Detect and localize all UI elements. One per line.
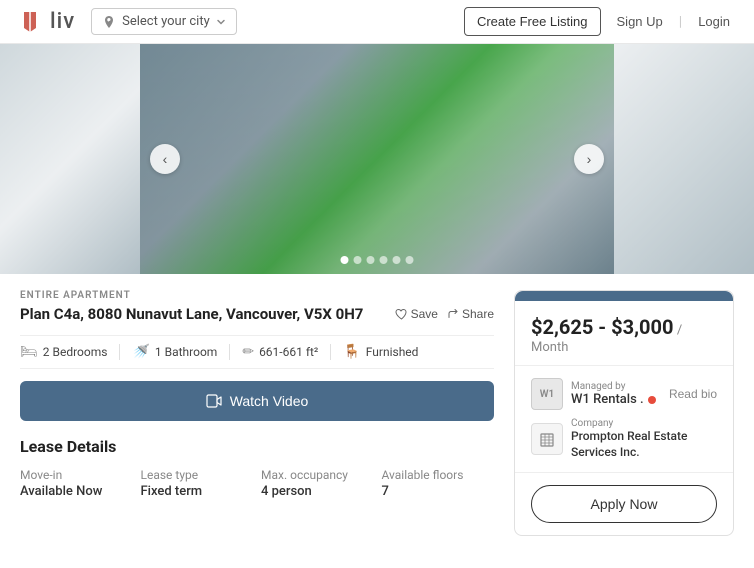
area-text: 661-661 ft² [259,345,318,359]
managed-row: W1 Managed by W1 Rentals . Read bio [531,378,717,410]
area-icon: ✏ [242,344,254,360]
lease-movein-value: Available Now [20,484,133,499]
manager-avatar: W1 [531,378,563,410]
gallery-next-button[interactable]: › [574,144,604,174]
online-status-dot [648,396,656,404]
city-placeholder-text: Select your city [122,14,210,29]
watch-video-button[interactable]: Watch Video [20,381,494,421]
bath-icon: 🚿 [132,344,149,360]
bedrooms-text: 2 Bedrooms [43,345,108,359]
gallery-dots [341,256,414,264]
price-range: $2,625 - $3,000 [531,315,673,339]
apply-section: Apply Now [515,473,733,535]
signup-button[interactable]: Sign Up [609,8,671,35]
lease-occupancy-value: 4 person [261,484,374,499]
gallery-dot-1[interactable] [341,256,349,264]
lease-item-occupancy: Max. occupancy 4 person [261,468,374,499]
managed-by-label: Managed by [571,381,661,392]
heart-icon [395,308,408,321]
save-button[interactable]: Save [395,307,438,321]
gallery-side-left [0,44,140,274]
chevron-right-icon: › [587,151,592,167]
share-button[interactable]: Share [446,307,494,321]
lease-item-movein: Move-in Available Now [20,468,133,499]
lease-item-type: Lease type Fixed term [141,468,254,499]
logo-text: liv [50,9,75,34]
gallery-main: ‹ › [140,44,614,274]
listing-actions: Save Share [395,307,494,321]
bathrooms-text: 1 Bathroom [155,345,217,359]
manager-name: W1 Rentals . [571,392,661,407]
lease-grid: Move-in Available Now Lease type Fixed t… [20,468,494,499]
lease-details-section: Lease Details Move-in Available Now Leas… [20,437,494,499]
feature-bedrooms: 🛏 2 Bedrooms [20,344,120,360]
furnished-icon: 🪑 [343,344,360,360]
read-bio-button[interactable]: Read bio [669,387,717,401]
company-icon [531,423,563,455]
save-label: Save [411,307,438,321]
city-selector[interactable]: Select your city [91,8,237,35]
price-bar [515,291,733,301]
lease-item-floors: Available floors 7 [382,468,495,499]
listing-type: ENTIRE APARTMENT [20,290,494,301]
managed-info: Managed by W1 Rentals . [571,381,661,407]
listing-title-row: Plan C4a, 8080 Nunavut Lane, Vancouver, … [20,305,494,325]
gallery-prev-button[interactable]: ‹ [150,144,180,174]
sidebar: $2,625 - $3,000 / Month W1 Managed by W1… [514,290,734,536]
feature-furnished: 🪑 Furnished [343,344,430,360]
feature-bathrooms: 🚿 1 Bathroom [132,344,230,360]
sidebar-card: $2,625 - $3,000 / Month W1 Managed by W1… [514,290,734,536]
logo-icon [16,8,44,36]
furnished-text: Furnished [366,345,419,359]
watch-video-label: Watch Video [230,393,309,409]
gallery-side-right [614,44,754,274]
company-row: Company Prompton Real Estate Services In… [531,418,717,460]
company-info: Company Prompton Real Estate Services In… [571,418,717,460]
gallery-dot-6[interactable] [406,256,414,264]
share-label: Share [462,307,494,321]
apply-button[interactable]: Apply Now [531,485,717,523]
company-label: Company [571,418,717,429]
create-listing-button[interactable]: Create Free Listing [464,7,601,36]
logo: liv [16,8,75,36]
login-button[interactable]: Login [690,8,738,35]
gallery-dot-2[interactable] [354,256,362,264]
lease-movein-label: Move-in [20,468,133,482]
lease-occupancy-label: Max. occupancy [261,468,374,482]
lease-floors-label: Available floors [382,468,495,482]
video-icon [206,393,222,409]
price-section: $2,625 - $3,000 / Month [515,301,733,366]
main-content: ENTIRE APARTMENT Plan C4a, 8080 Nunavut … [0,274,754,536]
gallery-dot-5[interactable] [393,256,401,264]
divider: | [679,14,682,30]
company-name: Prompton Real Estate Services Inc. [571,429,717,460]
location-icon [102,15,116,29]
gallery-dot-4[interactable] [380,256,388,264]
building-icon [538,430,556,448]
share-icon [446,308,459,321]
chevron-down-icon [216,17,226,27]
lease-title: Lease Details [20,437,494,456]
lease-type-value: Fixed term [141,484,254,499]
property-features: 🛏 2 Bedrooms 🚿 1 Bathroom ✏ 661-661 ft² … [20,335,494,369]
lease-type-label: Lease type [141,468,254,482]
feature-area: ✏ 661-661 ft² [242,344,331,360]
gallery-dot-3[interactable] [367,256,375,264]
bed-icon: 🛏 [20,344,38,360]
managed-section: W1 Managed by W1 Rentals . Read bio [515,366,733,473]
gallery: ‹ › [0,44,754,274]
chevron-left-icon: ‹ [163,151,168,167]
lease-floors-value: 7 [382,484,495,499]
header: liv Select your city Create Free Listing… [0,0,754,44]
listing-title: Plan C4a, 8080 Nunavut Lane, Vancouver, … [20,305,387,325]
listing-details: ENTIRE APARTMENT Plan C4a, 8080 Nunavut … [20,290,494,536]
